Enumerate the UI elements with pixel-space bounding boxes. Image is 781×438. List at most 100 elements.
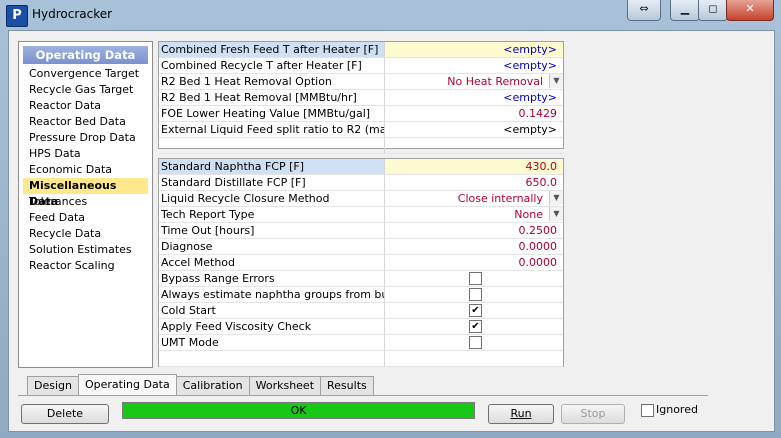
- property-value-text: <empty>: [503, 43, 557, 56]
- property-checkbox-cell[interactable]: ✔: [385, 303, 563, 318]
- property-grid-bottom: Standard Naphtha FCP [F] 430.0 Standard Di…: [158, 158, 564, 367]
- property-checkbox-cell[interactable]: [385, 271, 563, 286]
- property-checkbox[interactable]: [469, 272, 482, 285]
- expand-arrows-icon[interactable]: ⇔: [627, 0, 661, 21]
- grid-row[interactable]: Time Out [hours] 0.2500: [159, 223, 563, 239]
- grid-row[interactable]: Accel Method 0.0000: [159, 255, 563, 271]
- grid-row[interactable]: Tech Report Type None ▼: [159, 207, 563, 223]
- ignored-checkbox[interactable]: [641, 404, 654, 417]
- property-label: Accel Method: [159, 255, 385, 270]
- delete-button[interactable]: Delete: [21, 404, 109, 424]
- property-value[interactable]: <empty>: [385, 122, 563, 137]
- property-value[interactable]: <empty>: [385, 90, 563, 105]
- grid-row[interactable]: Standard Distillate FCP [F] 650.0: [159, 175, 563, 191]
- title-bar[interactable]: P Hydrocracker ⇔ ▁ ◻ ✕: [0, 0, 781, 30]
- run-button[interactable]: Run: [488, 404, 554, 424]
- property-label: Apply Feed Viscosity Check: [159, 319, 385, 334]
- nav-item[interactable]: HPS Data: [23, 146, 148, 162]
- grid-row[interactable]: Diagnose 0.0000: [159, 239, 563, 255]
- nav-list: Convergence Target Recycle Gas Target Reac…: [19, 66, 152, 274]
- tab-calibration[interactable]: Calibration: [175, 376, 250, 395]
- property-checkbox[interactable]: [469, 288, 482, 301]
- grid-row[interactable]: Combined Fresh Feed T after Heater [F] <e…: [159, 42, 563, 58]
- client-area: Operating Data Convergence Target Recycle…: [8, 30, 775, 432]
- grid-row[interactable]: Apply Feed Viscosity Check ✔: [159, 319, 563, 335]
- tab-divider: [18, 395, 708, 396]
- grid-row[interactable]: R2 Bed 1 Heat Removal [MMBtu/hr] <empty>: [159, 90, 563, 106]
- close-button[interactable]: ✕: [726, 0, 774, 21]
- grid-row[interactable]: External Liquid Feed split ratio to R2 (…: [159, 122, 563, 138]
- property-value[interactable]: 0.1429: [385, 106, 563, 121]
- property-checkbox-cell[interactable]: [385, 287, 563, 302]
- chevron-down-icon[interactable]: ▼: [549, 191, 563, 205]
- nav-header[interactable]: Operating Data: [23, 46, 148, 64]
- nav-item[interactable]: Reactor Bed Data: [23, 114, 148, 130]
- tab-results[interactable]: Results: [320, 376, 374, 395]
- nav-item[interactable]: Economic Data: [23, 162, 148, 178]
- nav-item[interactable]: Pressure Drop Data: [23, 130, 148, 146]
- property-value[interactable]: 0.0000: [385, 255, 563, 270]
- property-label: FOE Lower Heating Value [MMBtu/gal]: [159, 106, 385, 121]
- grid-row[interactable]: FOE Lower Heating Value [MMBtu/gal] 0.142…: [159, 106, 563, 122]
- nav-item[interactable]: Feed Data: [23, 210, 148, 226]
- nav-item[interactable]: Tolerances: [23, 194, 148, 210]
- grid-row-blank: [159, 138, 563, 154]
- nav-item[interactable]: Reactor Scaling: [23, 258, 148, 274]
- maximize-button[interactable]: ◻: [698, 0, 728, 21]
- property-value[interactable]: <empty>: [385, 42, 563, 57]
- property-value-text: <empty>: [503, 59, 557, 72]
- property-label: Time Out [hours]: [159, 223, 385, 238]
- property-checkbox-cell[interactable]: ✔: [385, 319, 563, 334]
- property-value[interactable]: 0.2500: [385, 223, 563, 238]
- blank-cell: [159, 351, 385, 366]
- property-value-text: Close internally: [457, 192, 543, 205]
- app-icon: P: [6, 5, 28, 27]
- hydrocracker-window: P Hydrocracker ⇔ ▁ ◻ ✕ Operating Data Co…: [0, 0, 781, 438]
- property-value[interactable]: 650.0: [385, 175, 563, 190]
- minimize-button[interactable]: ▁: [670, 0, 700, 21]
- grid-row[interactable]: Always estimate naphtha groups from bulk: [159, 287, 563, 303]
- property-value[interactable]: Close internally ▼: [385, 191, 563, 206]
- property-checkbox[interactable]: [469, 336, 482, 349]
- nav-item[interactable]: Solution Estimates: [23, 242, 148, 258]
- property-value-text: 430.0: [525, 160, 558, 173]
- property-label: Always estimate naphtha groups from bulk: [161, 287, 385, 302]
- tab-strip: Design Operating Data Calibration Worksheet…: [27, 374, 374, 396]
- property-label: R2 Bed 1 Heat Removal [MMBtu/hr]: [159, 90, 385, 105]
- property-value[interactable]: <empty>: [385, 58, 563, 73]
- blank-cell: [385, 138, 563, 153]
- property-value[interactable]: No Heat Removal ▼: [385, 74, 563, 89]
- tab-worksheet[interactable]: Worksheet: [248, 376, 322, 395]
- property-grid-top: Combined Fresh Feed T after Heater [F] <e…: [158, 41, 564, 154]
- grid-row[interactable]: Standard Naphtha FCP [F] 430.0: [159, 159, 563, 175]
- grid-row[interactable]: Bypass Range Errors: [159, 271, 563, 287]
- property-label: Diagnose: [159, 239, 385, 254]
- property-value[interactable]: None ▼: [385, 207, 563, 222]
- property-label: Tech Report Type: [159, 207, 385, 222]
- nav-item[interactable]: Recycle Gas Target: [23, 82, 148, 98]
- nav-item[interactable]: Convergence Target: [23, 66, 148, 82]
- grid-row[interactable]: R2 Bed 1 Heat Removal Option No Heat Remo…: [159, 74, 563, 90]
- grid-row[interactable]: Liquid Recycle Closure Method Close inter…: [159, 191, 563, 207]
- property-checkbox[interactable]: ✔: [469, 304, 482, 317]
- chevron-down-icon[interactable]: ▼: [549, 74, 563, 88]
- chevron-down-icon[interactable]: ▼: [549, 207, 563, 221]
- property-value-text: 650.0: [525, 176, 558, 189]
- property-value[interactable]: 430.0: [385, 159, 563, 174]
- grid-row[interactable]: Cold Start ✔: [159, 303, 563, 319]
- property-checkbox-cell[interactable]: [385, 335, 563, 350]
- stop-button[interactable]: Stop: [561, 404, 625, 424]
- grid-row[interactable]: Combined Recycle T after Heater [F] <empt…: [159, 58, 563, 74]
- grid-row[interactable]: UMT Mode: [159, 335, 563, 351]
- property-label: Standard Naphtha FCP [F]: [159, 159, 385, 174]
- property-value[interactable]: 0.0000: [385, 239, 563, 254]
- nav-item[interactable]: Miscellaneous Data: [23, 178, 148, 208]
- nav-item[interactable]: Recycle Data: [23, 226, 148, 242]
- tab-operating-data[interactable]: Operating Data: [77, 374, 177, 395]
- grid-row-blank: [159, 351, 563, 367]
- property-label: Bypass Range Errors: [159, 271, 385, 286]
- tab-design[interactable]: Design: [27, 376, 79, 395]
- blank-cell: [159, 138, 385, 153]
- property-checkbox[interactable]: ✔: [469, 320, 482, 333]
- nav-item[interactable]: Reactor Data: [23, 98, 148, 114]
